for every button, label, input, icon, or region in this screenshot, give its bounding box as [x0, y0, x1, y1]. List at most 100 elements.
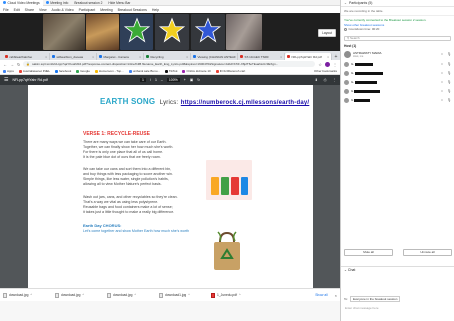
- chat-recipient-select[interactable]: Everyone in the breakout session: [350, 296, 401, 302]
- browser-tab[interactable]: Viewing (CHANIAN ANTEAF×: [191, 53, 238, 60]
- mic-icon[interactable]: 🎙: [447, 98, 451, 102]
- download-item[interactable]: download.jpg ^: [3, 292, 51, 298]
- video-tile[interactable]: [191, 14, 225, 50]
- mic-icon[interactable]: 🎙: [447, 71, 451, 75]
- layout-button[interactable]: Layout: [318, 29, 336, 37]
- rotate-icon[interactable]: ↻: [197, 78, 200, 82]
- mic-icon[interactable]: 🎙: [447, 89, 451, 93]
- chevron-up-icon[interactable]: ^: [30, 293, 32, 297]
- unmute-all-button[interactable]: Unmute all: [403, 249, 452, 256]
- chevron-up-icon[interactable]: ^: [188, 293, 190, 297]
- print-icon[interactable]: ⎙: [324, 78, 327, 82]
- download-icon[interactable]: ⬇: [315, 78, 318, 82]
- tab-close-icon[interactable]: ×: [279, 55, 282, 59]
- chevron-up-icon[interactable]: ^: [239, 293, 241, 297]
- tab-close-icon[interactable]: ×: [185, 55, 188, 59]
- browser-tab[interactable]: Recycling ×: [144, 53, 191, 60]
- browser-tab[interactable]: rabbitearthatnfoo ×: [3, 53, 50, 60]
- radio-icon[interactable]: [344, 27, 347, 31]
- chevron-up-icon[interactable]: ^: [134, 293, 136, 297]
- menu-edit[interactable]: Edit: [14, 8, 20, 12]
- video-icon[interactable]: □: [441, 98, 443, 102]
- tab-close-icon[interactable]: ×: [138, 55, 141, 59]
- participant-search-input[interactable]: ⚲ Search: [344, 35, 451, 41]
- chevron-down-icon[interactable]: ⌄: [344, 268, 347, 272]
- chevron-up-icon[interactable]: ^: [82, 293, 84, 297]
- bookmark-item[interactable]: Apps: [3, 69, 14, 73]
- participant-row[interactable]: G. □ 🎙: [341, 69, 454, 78]
- menu-audio-video[interactable]: Audio & Video: [52, 8, 74, 12]
- fit-page-icon[interactable]: ▣: [190, 78, 193, 82]
- bookmark-item[interactable]: ID 0c00arenoh cart: [215, 69, 245, 73]
- download-item[interactable]: 1_Junedu.pdf ^: [211, 292, 259, 298]
- bookmark-item[interactable]: Australiavenet PdEL: [18, 69, 50, 73]
- menu-participant[interactable]: Participant: [79, 8, 96, 12]
- forward-icon[interactable]: →: [10, 62, 14, 67]
- video-tile[interactable]: [86, 14, 119, 50]
- chat-header[interactable]: ⌄ Chat: [341, 266, 454, 273]
- browser-tab[interactable]: wilbearbion_dooeas ×: [50, 53, 97, 60]
- browser-tab[interactable]: Margaret - Camera ×: [97, 53, 144, 60]
- participant-row[interactable]: G. □ 🎙: [341, 60, 454, 69]
- zoom-tab-2[interactable]: Breakout session 2: [71, 0, 105, 6]
- browser-tab-active[interactable]: NFLpp7qHYahr Rd pdf ×: [285, 53, 332, 60]
- menu-icon[interactable]: ☰: [4, 77, 8, 83]
- video-icon[interactable]: □: [441, 62, 443, 66]
- other-bookmarks[interactable]: Other bookmarks: [314, 69, 337, 73]
- mic-icon[interactable]: 🎙: [447, 80, 451, 84]
- zoom-tab-1[interactable]: Meeting Info: [43, 0, 72, 6]
- menu-help[interactable]: Help: [152, 8, 159, 12]
- tab-close-icon[interactable]: ×: [91, 55, 94, 59]
- reload-icon[interactable]: ↻: [17, 62, 20, 67]
- mute-all-button[interactable]: Mute all: [344, 249, 393, 256]
- browser-tab[interactable]: ST-10-GEC TSR0 ×: [238, 53, 285, 60]
- bookmark-item[interactable]: facebook: [55, 69, 71, 73]
- video-icon[interactable]: □: [441, 71, 443, 75]
- address-bar[interactable]: 🔒 sakim.sqrt.tomb2cLtpp7qaYKoahrRd.pdf?re…: [23, 61, 316, 67]
- tab-close-icon[interactable]: ×: [326, 55, 329, 59]
- page-number-input[interactable]: 1: [140, 78, 146, 82]
- video-icon[interactable]: □: [441, 80, 443, 84]
- video-off-icon[interactable]: □: [441, 52, 443, 56]
- download-item[interactable]: download1.jpg ^: [159, 292, 207, 298]
- participants-header[interactable]: ⌄ Participants (5): [341, 0, 454, 7]
- menu-file[interactable]: File: [3, 8, 9, 12]
- download-item[interactable]: download.jpg ^: [55, 292, 103, 298]
- video-tile[interactable]: [155, 14, 189, 50]
- zoom-tab-0[interactable]: Cloud Video Meetings: [0, 0, 43, 6]
- zoom-in-icon[interactable]: +: [184, 78, 186, 82]
- back-icon[interactable]: ←: [3, 62, 7, 67]
- participant-row[interactable]: G □ 🎙: [341, 87, 454, 96]
- video-tile[interactable]: [120, 14, 153, 50]
- bookmark-item[interactable]: Homeroom - Top...: [94, 69, 124, 73]
- bookmark-item[interactable]: unibank sale Bunu...: [128, 69, 160, 73]
- pdf-canvas[interactable]: EARTH SONG Lyrics: https://numberock.cj.…: [0, 85, 340, 288]
- video-icon[interactable]: □: [441, 89, 443, 93]
- menu-view[interactable]: View: [39, 8, 47, 12]
- profile-avatar[interactable]: [325, 61, 330, 67]
- bookmark-item[interactable]: TikTok: [164, 69, 177, 73]
- video-tile[interactable]: [226, 14, 262, 50]
- participant-row[interactable]: G. □ 🎙: [341, 78, 454, 87]
- mic-icon[interactable]: 🎙: [447, 52, 451, 56]
- show-all-downloads[interactable]: Show all: [315, 293, 327, 297]
- chevron-down-icon[interactable]: ⌄: [344, 1, 347, 5]
- zoom-out-icon[interactable]: –: [161, 78, 163, 82]
- video-tile[interactable]: [43, 14, 85, 50]
- menu-meeting[interactable]: Meeting: [100, 8, 112, 12]
- participant-row-host[interactable]: ASTRAWATY MARIA Host, me □ 🎙: [341, 49, 454, 60]
- close-downloads-icon[interactable]: ×: [335, 293, 337, 298]
- more-icon[interactable]: ⋮: [333, 78, 337, 82]
- download-item[interactable]: download.jpg ^: [107, 292, 155, 298]
- tab-close-icon[interactable]: ×: [44, 55, 47, 59]
- lyrics-link[interactable]: https://numberock.cj.mllessons/earth-day…: [181, 100, 310, 106]
- menu-breakout-sessions[interactable]: Breakout Sessions: [118, 8, 147, 12]
- bookmark-item[interactable]: OntGL kidmote 10: [182, 69, 211, 73]
- zoom-tab-3[interactable]: Hide Menu Bar: [105, 0, 133, 6]
- more-icon[interactable]: ⋮: [333, 62, 337, 67]
- star-bookmark-icon[interactable]: ☆: [318, 62, 322, 67]
- bookmark-item[interactable]: Google: [76, 69, 90, 73]
- chat-message-input[interactable]: Enter chat message here: [344, 305, 452, 315]
- participant-row[interactable]: G □ 🎙: [341, 96, 454, 105]
- zoom-level[interactable]: 100%: [166, 78, 180, 82]
